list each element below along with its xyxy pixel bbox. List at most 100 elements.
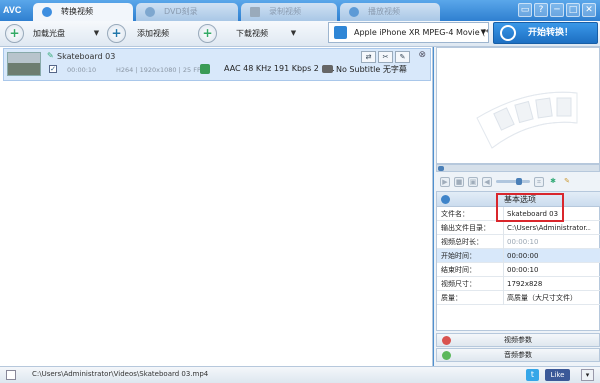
output-dir-field[interactable]: C:\Users\Administrator... bbox=[507, 221, 591, 235]
file-list-item[interactable]: ✎ Skateboard 03 ✓ 00:00:10 H264 | 1920x1… bbox=[3, 48, 431, 81]
snapshot-icon[interactable]: ⌗ bbox=[534, 176, 544, 187]
property-key: 结束时间： bbox=[441, 266, 476, 274]
play-icon bbox=[349, 7, 359, 17]
audio-params-label: 音频参数 bbox=[504, 351, 532, 359]
video-params-section[interactable]: 视频参数 bbox=[436, 333, 600, 347]
volume-icon[interactable]: ◀ bbox=[482, 176, 492, 187]
audio-track-select[interactable]: AAC 48 KHz 191 Kbps 2 C... bbox=[224, 64, 335, 73]
seek-handle[interactable] bbox=[438, 166, 444, 171]
tab-convert-video[interactable]: 转换视频 bbox=[33, 3, 133, 21]
profile-value: Apple iPhone XR MPEG-4 Movie (*.m... bbox=[354, 28, 489, 37]
volume-slider[interactable] bbox=[496, 178, 530, 185]
facebook-like-button[interactable]: Like bbox=[545, 369, 570, 381]
video-info: H264 | 1920x1080 | 25 FPS bbox=[116, 66, 205, 74]
video-add-icon: + bbox=[107, 24, 126, 43]
file-list: ✎ Skateboard 03 ✓ 00:00:10 H264 | 1920x1… bbox=[0, 47, 433, 366]
start-time-field[interactable]: 00:00:00 bbox=[507, 249, 591, 263]
minimize-button[interactable]: ─ bbox=[550, 3, 564, 17]
tab-label: 录制视频 bbox=[269, 7, 301, 16]
chevron-down-icon[interactable]: ▼ bbox=[91, 25, 102, 42]
annotation-highlight-box bbox=[496, 193, 564, 222]
video-size-select[interactable]: 1792x828 bbox=[507, 277, 591, 291]
chevron-down-icon: ▼ bbox=[480, 28, 486, 36]
property-row-video-size[interactable]: 视频尺寸： 1792x828 bbox=[437, 277, 600, 291]
file-checkbox[interactable]: ✓ bbox=[49, 65, 57, 73]
maximize-button[interactable]: □ bbox=[566, 3, 580, 17]
convert-label: 开始转换！ bbox=[528, 28, 574, 38]
status-path: C:\Users\Administrator\Videos\Skateboard… bbox=[32, 370, 209, 378]
tab-dvd-burn[interactable]: DVD刻录 bbox=[136, 3, 238, 21]
seek-slider[interactable] bbox=[436, 164, 600, 172]
file-actions: ⇄ ✂ ✎ bbox=[361, 51, 410, 63]
property-key: 质量： bbox=[441, 294, 462, 302]
property-key: 视频总时长： bbox=[441, 238, 483, 246]
property-row-output-dir[interactable]: 输出文件目录： C:\Users\Administrator... bbox=[437, 221, 600, 235]
film-strip-icon bbox=[476, 91, 578, 149]
subtitle-select[interactable]: No Subtitle 无字幕 bbox=[336, 64, 407, 75]
property-row-start-time[interactable]: 开始时间： 00:00:00 bbox=[437, 249, 600, 263]
load-disc-button[interactable]: + 加载光盘 ▼ bbox=[5, 23, 105, 44]
subtitle-icon bbox=[322, 65, 333, 73]
cut-icon[interactable]: ✂ bbox=[378, 51, 393, 63]
chevron-down-icon[interactable]: ▼ bbox=[288, 25, 299, 42]
more-icon[interactable]: ▾ bbox=[581, 369, 594, 381]
close-button[interactable]: ✕ bbox=[582, 3, 596, 17]
device-icon bbox=[334, 26, 347, 39]
start-convert-button[interactable]: 开始转换！ bbox=[493, 22, 598, 44]
app-logo: AVC bbox=[3, 5, 22, 15]
video-params-label: 视频参数 bbox=[504, 336, 532, 344]
tools-icon[interactable]: ✱ bbox=[548, 177, 558, 187]
edit-icon[interactable]: ✎ bbox=[47, 51, 55, 60]
tab-play-video[interactable]: 播放视频 bbox=[340, 3, 440, 21]
refresh-icon[interactable]: ⇄ bbox=[361, 51, 376, 63]
skin-button[interactable]: ▭ bbox=[518, 3, 532, 17]
duration-value: 00:00:10 bbox=[507, 238, 539, 246]
audio-track-icon bbox=[200, 64, 210, 74]
record-icon bbox=[250, 7, 260, 17]
window-controls: ▭ ? ─ □ ✕ bbox=[518, 3, 596, 18]
refresh-icon bbox=[500, 25, 516, 41]
settings-icon[interactable]: ✎ bbox=[562, 177, 572, 187]
audio-params-section[interactable]: 音频参数 bbox=[436, 348, 600, 362]
help-button[interactable]: ? bbox=[534, 3, 548, 17]
twitter-icon[interactable]: t bbox=[526, 369, 539, 381]
download-video-label: 下载视频 bbox=[236, 29, 268, 38]
play-icon[interactable]: ▶ bbox=[440, 176, 450, 187]
property-key: 视频尺寸： bbox=[441, 280, 476, 288]
property-key: 开始时间： bbox=[441, 252, 476, 260]
tab-label: DVD刻录 bbox=[164, 7, 198, 16]
load-disc-label: 加载光盘 bbox=[33, 29, 65, 38]
property-row-end-time[interactable]: 结束时间： 00:00:10 bbox=[437, 263, 600, 277]
folder-icon[interactable] bbox=[6, 370, 16, 380]
download-video-button[interactable]: + 下载视频 ▼ bbox=[198, 23, 300, 44]
video-preview bbox=[436, 47, 600, 164]
property-row-duration: 视频总时长： 00:00:10 bbox=[437, 235, 600, 249]
disc-add-icon: + bbox=[5, 24, 24, 43]
tab-record-video[interactable]: 录制视频 bbox=[241, 3, 337, 21]
convert-icon bbox=[42, 7, 52, 17]
property-row-quality[interactable]: 质量： 高质量（大尺寸文件） bbox=[437, 291, 600, 305]
disc-icon bbox=[145, 7, 155, 17]
video-params-icon bbox=[442, 336, 451, 345]
file-duration: 00:00:10 bbox=[67, 66, 97, 74]
add-video-button[interactable]: + 添加视频 bbox=[107, 23, 190, 44]
options-icon bbox=[441, 195, 450, 204]
stop-icon[interactable]: ■ bbox=[454, 176, 464, 187]
end-time-field[interactable]: 00:00:10 bbox=[507, 263, 591, 277]
add-video-label: 添加视频 bbox=[137, 29, 169, 38]
remove-file-icon[interactable]: ⊗ bbox=[418, 50, 426, 60]
quality-select[interactable]: 高质量（大尺寸文件） bbox=[507, 291, 591, 305]
property-key: 输出文件目录： bbox=[441, 224, 490, 232]
status-bar: C:\Users\Administrator\Videos\Skateboard… bbox=[0, 366, 600, 383]
screenshot-icon[interactable]: ▣ bbox=[468, 176, 478, 187]
app-window: AVC 转换视频 DVD刻录 录制视频 播放视频 ▭ ? ─ □ ✕ + 加载光… bbox=[0, 0, 600, 383]
video-thumbnail bbox=[7, 52, 41, 76]
title-bar: AVC 转换视频 DVD刻录 录制视频 播放视频 ▭ ? ─ □ ✕ bbox=[0, 0, 600, 21]
file-name: Skateboard 03 bbox=[57, 52, 116, 61]
effects-icon[interactable]: ✎ bbox=[395, 51, 410, 63]
download-icon: + bbox=[198, 24, 217, 43]
audio-params-icon bbox=[442, 351, 451, 360]
tab-label: 转换视频 bbox=[61, 7, 93, 16]
output-profile-select[interactable]: Apple iPhone XR MPEG-4 Movie (*.m... ▼ bbox=[328, 22, 489, 43]
tab-label: 播放视频 bbox=[368, 7, 400, 16]
